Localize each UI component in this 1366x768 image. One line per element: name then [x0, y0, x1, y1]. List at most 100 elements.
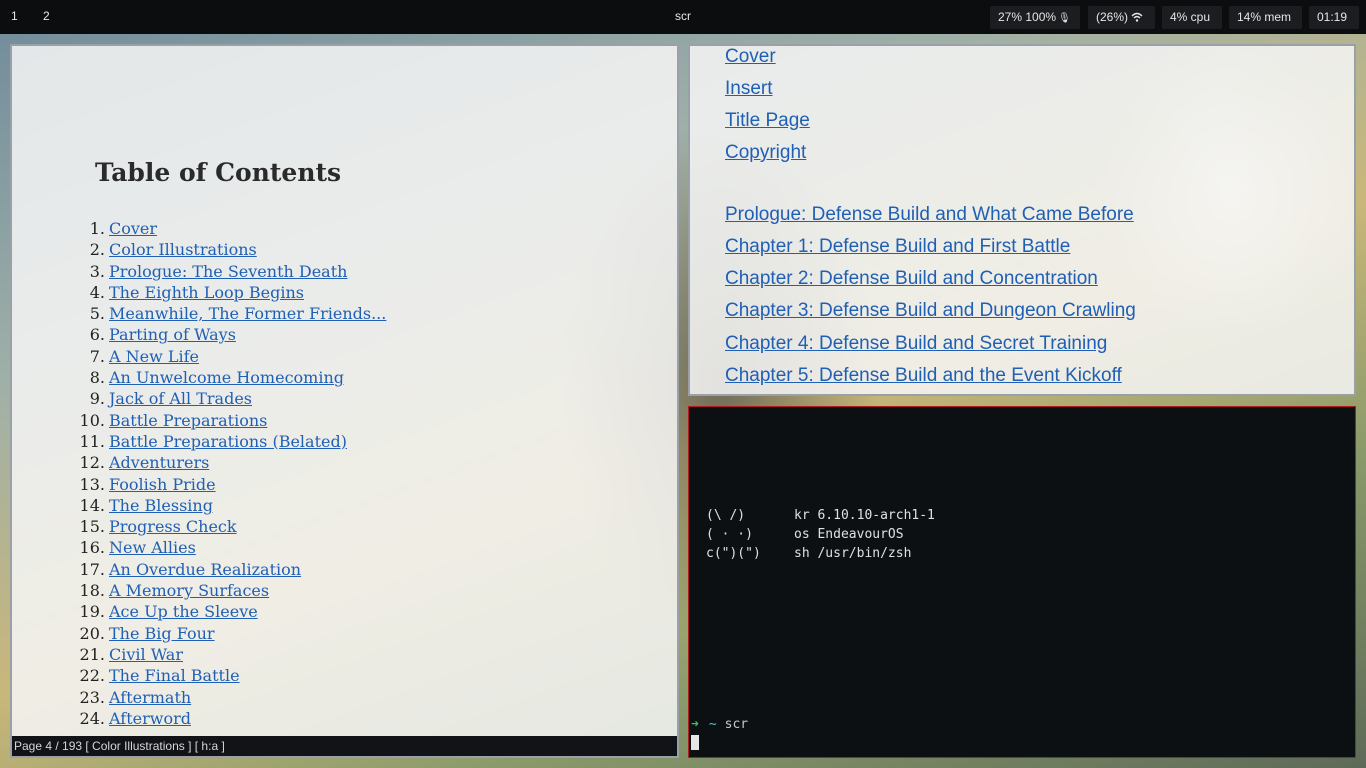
- chapter-link[interactable]: Prologue: Defense Build and What Came Be…: [725, 204, 1134, 226]
- chapter-link[interactable]: Chapter 2: Defense Build and Concentrati…: [725, 268, 1098, 290]
- fetch-info: os EndeavourOS: [794, 527, 904, 542]
- toc-entry: 24. Afterword: [12, 708, 612, 729]
- page-title: Table of Contents: [95, 158, 342, 187]
- toc-entry-number: 19.: [79, 602, 105, 622]
- toc-entry-number: 3.: [89, 261, 105, 281]
- toc-entry-number: 21.: [79, 644, 105, 664]
- chapter-link[interactable]: Chapter 4: Defense Build and Secret Trai…: [725, 333, 1107, 355]
- toc-entry-link[interactable]: Prologue: The Seventh Death: [109, 261, 347, 282]
- toc-links-window[interactable]: Cover Insert Title Page Copyright Prologue: …: [688, 44, 1356, 396]
- toc-entry-number: 23.: [79, 687, 105, 707]
- toc-entry-link[interactable]: Cover: [109, 218, 157, 239]
- toc-entry: 10. Battle Preparations: [12, 410, 612, 431]
- terminal-window[interactable]: (\ /) kr 6.10.10-arch1-1 ( · ·) os Endeavou…: [688, 406, 1356, 758]
- fetch-row: c(")(") sh /usr/bin/zsh: [706, 545, 911, 563]
- toc-entry: 22. The Final Battle: [12, 665, 612, 686]
- toc-entry-link[interactable]: Battle Preparations (Belated): [109, 431, 347, 452]
- toc-entry: 15. Progress Check: [12, 516, 612, 537]
- fetch-row: (\ /) kr 6.10.10-arch1-1: [706, 507, 935, 525]
- toc-entry: 5. Meanwhile, The Former Friends...: [12, 303, 612, 324]
- toc-entry-link[interactable]: Battle Preparations: [109, 410, 267, 431]
- toc-entry-link[interactable]: The Eighth Loop Begins: [109, 282, 304, 303]
- toc-entry: 17. An Overdue Realization: [12, 559, 612, 580]
- toc-entry-link[interactable]: The Blessing: [109, 495, 213, 516]
- toc-entry-link[interactable]: Jack of All Trades: [109, 388, 252, 409]
- toc-entry: 16. New Allies: [12, 537, 612, 558]
- toc-entry: 12. Adventurers: [12, 452, 612, 473]
- toc-entry: 14. The Blessing: [12, 495, 612, 516]
- toc-entry: 20. The Big Four: [12, 623, 612, 644]
- toc-entry: 21. Civil War: [12, 644, 612, 665]
- toc-list: 1. Cover 2. Color Illustrations 3. Prologue: …: [12, 218, 612, 729]
- toc-entry-number: 12.: [79, 453, 105, 473]
- workspace-1[interactable]: 1: [11, 9, 18, 23]
- workspace-2[interactable]: 2: [43, 9, 50, 23]
- cpu-widget[interactable]: 4% cpu: [1162, 6, 1222, 29]
- fetch-ascii-art: (\ /): [706, 508, 746, 523]
- chapter-link[interactable]: Chapter 5: Defense Build and the Event K…: [725, 365, 1122, 387]
- toc-entry-link[interactable]: Ace Up the Sleeve: [109, 601, 258, 622]
- toc-link[interactable]: Insert: [725, 78, 773, 100]
- toc-entry-link[interactable]: Afterword: [109, 708, 191, 729]
- toc-entry-link[interactable]: Color Illustrations: [109, 239, 257, 260]
- toc-entry-link[interactable]: New Allies: [109, 537, 196, 558]
- toc-entry-number: 24.: [79, 708, 105, 728]
- toc-entry-number: 6.: [89, 325, 105, 345]
- toc-entry-number: 13.: [79, 474, 105, 494]
- status-bar: 1 2 scr 27% 100% 🎙 (26%) 4% cpu 14% mem 0…: [0, 0, 1366, 34]
- toc-entry-link[interactable]: The Big Four: [109, 623, 215, 644]
- toc-link[interactable]: Title Page: [725, 110, 810, 132]
- toc-entry-link[interactable]: A New Life: [109, 346, 199, 367]
- toc-entry-link[interactable]: Foolish Pride: [109, 474, 216, 495]
- fetch-row: ( · ·) os EndeavourOS: [706, 526, 904, 544]
- toc-entry: 13. Foolish Pride: [12, 474, 612, 495]
- toc-entry-number: 22.: [79, 666, 105, 686]
- toc-entry-number: 9.: [89, 389, 105, 409]
- toc-entry-link[interactable]: Meanwhile, The Former Friends...: [109, 303, 386, 324]
- toc-entry-number: 16.: [79, 538, 105, 558]
- toc-entry-link[interactable]: Parting of Ways: [109, 324, 236, 345]
- fetch-info: kr 6.10.10-arch1-1: [794, 508, 935, 523]
- toc-entry-number: 10.: [79, 410, 105, 430]
- toc-entry: 9. Jack of All Trades: [12, 388, 612, 409]
- chapter-link[interactable]: Chapter 1: Defense Build and First Battl…: [725, 236, 1070, 258]
- toc-entry-number: 14.: [79, 495, 105, 515]
- fetch-info: sh /usr/bin/zsh: [794, 546, 912, 561]
- toc-entry-number: 1.: [89, 219, 105, 238]
- toc-entry-link[interactable]: An Overdue Realization: [109, 559, 301, 580]
- memory-widget[interactable]: 14% mem: [1229, 6, 1302, 29]
- toc-link[interactable]: Copyright: [725, 142, 806, 164]
- toc-entry-number: 7.: [89, 346, 105, 366]
- toc-link[interactable]: Cover: [725, 46, 776, 68]
- toc-entry: 7. A New Life: [12, 346, 612, 367]
- prompt-arrow-icon: ➜: [691, 717, 699, 732]
- toc-entry: 11. Battle Preparations (Belated): [12, 431, 612, 452]
- toc-entry-link[interactable]: A Memory Surfaces: [109, 580, 269, 601]
- toc-entry-link[interactable]: The Final Battle: [109, 665, 240, 686]
- volume-battery-text: 27% 100%: [998, 10, 1057, 24]
- clock-widget[interactable]: 01:19: [1309, 6, 1359, 29]
- toc-entry-number: 5.: [89, 304, 105, 324]
- toc-entry: 23. Aftermath: [12, 687, 612, 708]
- toc-entry-number: 8.: [89, 368, 105, 388]
- terminal-cursor[interactable]: [691, 735, 699, 750]
- toc-entry-link[interactable]: Adventurers: [109, 452, 209, 473]
- toc-entry: 4. The Eighth Loop Begins: [12, 282, 612, 303]
- toc-entry: 2. Color Illustrations: [12, 239, 612, 260]
- toc-entry-number: 15.: [79, 517, 105, 537]
- toc-entry-link[interactable]: Civil War: [109, 644, 183, 665]
- toc-entry-link[interactable]: Aftermath: [109, 687, 191, 708]
- toc-entry-link[interactable]: Progress Check: [109, 516, 237, 537]
- chapter-link[interactable]: Chapter 3: Defense Build and Dungeon Cra…: [725, 300, 1136, 322]
- toc-entry: 3. Prologue: The Seventh Death: [12, 261, 612, 282]
- toc-entry: 18. A Memory Surfaces: [12, 580, 612, 601]
- ebook-reader-window[interactable]: Table of Contents 1. Cover 2. Color Illustr…: [10, 44, 679, 758]
- reader-status-line: Page 4 / 193 [ Color Illustrations ] [ h…: [12, 736, 677, 756]
- volume-battery-widget[interactable]: 27% 100% 🎙: [990, 6, 1080, 29]
- toc-entry-number: 20.: [79, 623, 105, 643]
- toc-entry-number: 17.: [79, 559, 105, 579]
- wifi-widget[interactable]: (26%): [1088, 6, 1155, 29]
- fetch-ascii-art: c(")("): [706, 546, 761, 561]
- wifi-text: (26%): [1096, 10, 1129, 24]
- toc-entry-link[interactable]: An Unwelcome Homecoming: [109, 367, 344, 388]
